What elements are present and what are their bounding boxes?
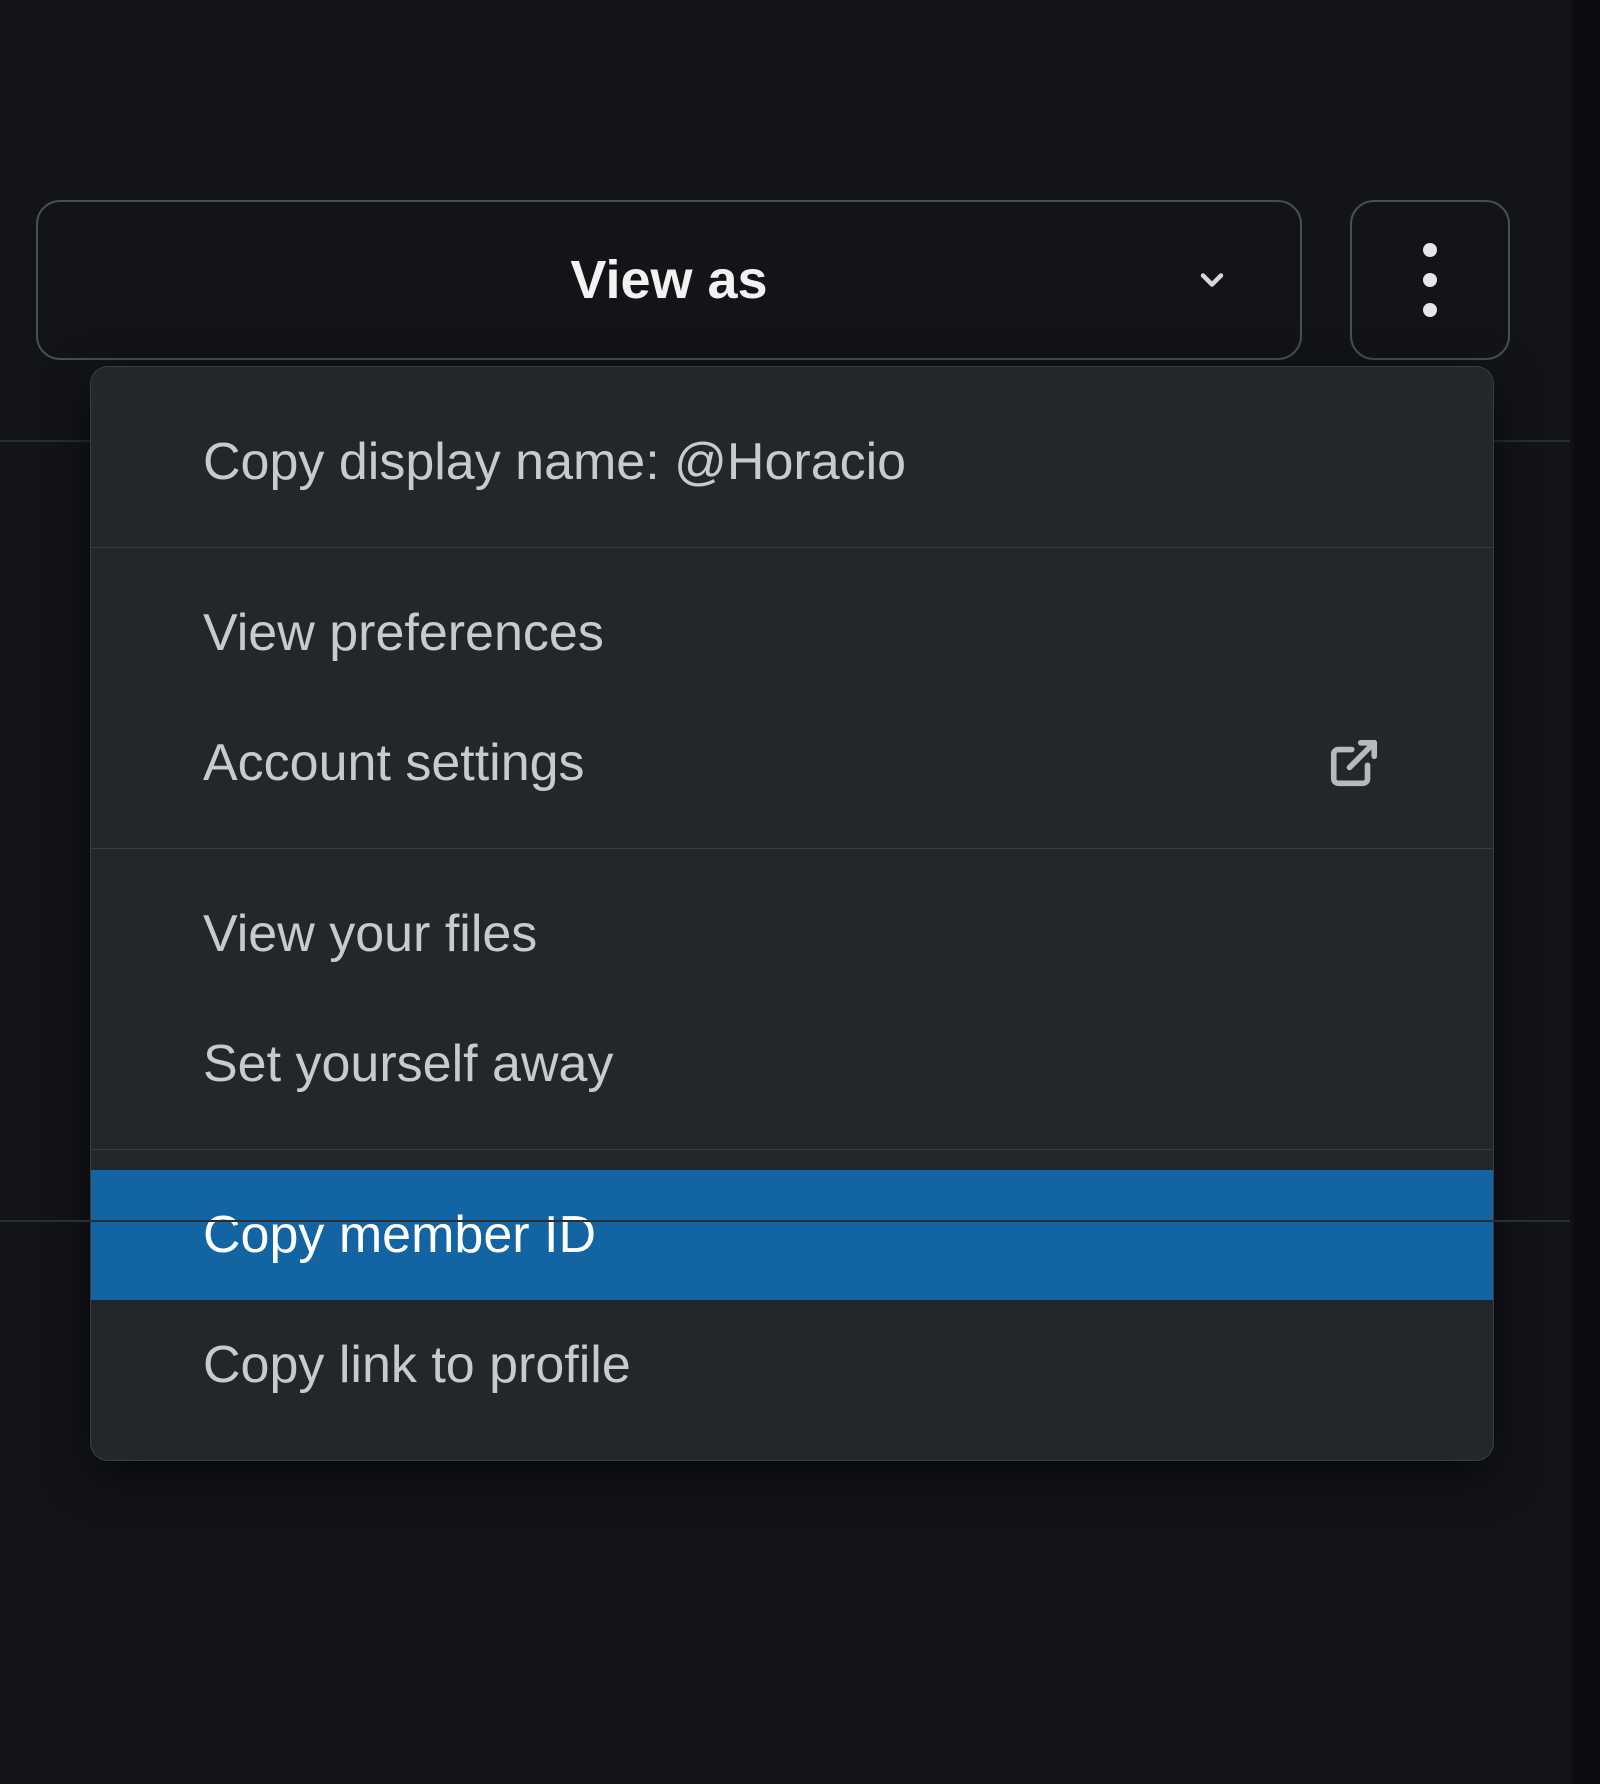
more-actions-menu: Copy display name: @Horacio View prefere… <box>90 366 1494 1461</box>
profile-toolbar: View as <box>36 200 1510 360</box>
menu-item-copy-link-to-profile[interactable]: Copy link to profile <box>91 1300 1493 1430</box>
menu-item-label: Copy member ID <box>203 1205 596 1265</box>
menu-item-label: Set yourself away <box>203 1034 613 1094</box>
profile-panel: View as Copy display name: @Horacio View… <box>0 0 1570 1784</box>
menu-item-set-yourself-away[interactable]: Set yourself away <box>91 999 1493 1129</box>
menu-item-view-your-files[interactable]: View your files <box>91 869 1493 999</box>
right-rail <box>1574 0 1600 1784</box>
menu-item-label: View preferences <box>203 603 604 663</box>
menu-item-account-settings[interactable]: Account settings <box>91 698 1493 828</box>
external-link-icon <box>1327 736 1381 790</box>
menu-item-label: Copy link to profile <box>203 1335 631 1395</box>
chevron-down-icon <box>1194 262 1230 298</box>
more-vertical-icon <box>1423 243 1437 317</box>
menu-item-label: View your files <box>203 904 537 964</box>
menu-item-copy-display-name[interactable]: Copy display name: @Horacio <box>91 397 1493 527</box>
menu-divider <box>91 547 1493 548</box>
more-actions-button[interactable] <box>1350 200 1510 360</box>
menu-item-view-preferences[interactable]: View preferences <box>91 568 1493 698</box>
view-as-label: View as <box>570 249 767 311</box>
menu-item-label: Account settings <box>203 733 585 793</box>
menu-divider <box>91 1149 1493 1150</box>
view-as-button[interactable]: View as <box>36 200 1302 360</box>
menu-item-label: Copy display name: @Horacio <box>203 432 906 492</box>
menu-item-copy-member-id[interactable]: Copy member ID <box>91 1170 1493 1300</box>
menu-divider <box>91 848 1493 849</box>
